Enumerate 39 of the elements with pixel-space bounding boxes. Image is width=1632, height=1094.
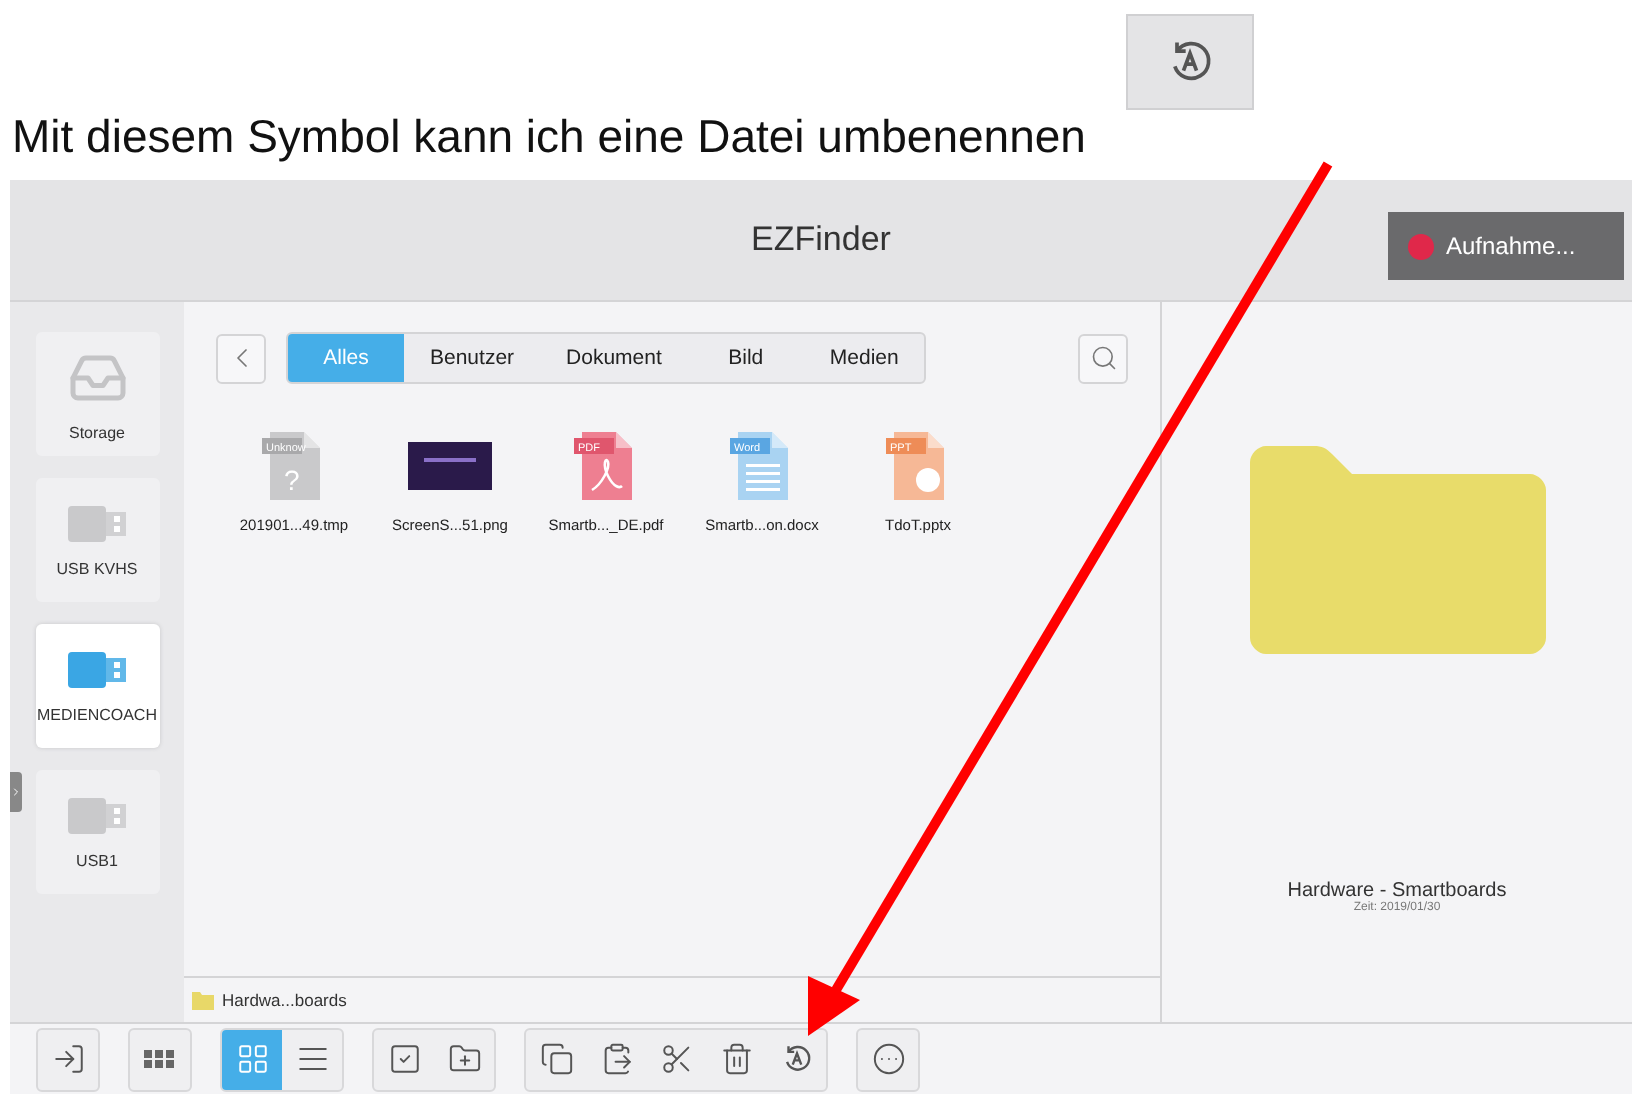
screenshot-thumbnail xyxy=(408,442,492,490)
question-mark: ? xyxy=(284,464,300,496)
trash-icon xyxy=(719,1042,753,1076)
sidebar-item[interactable]: MEDIENCOACH xyxy=(35,624,159,748)
sidebar-item[interactable]: Storage xyxy=(35,332,159,456)
sidebar-item-label: MEDIENCOACH xyxy=(36,705,157,723)
caption-text: Mit diesem Symbol kann ich eine Datei umbenennen xyxy=(12,110,1086,164)
sidebar-item[interactable]: USB KVHS xyxy=(35,478,159,602)
search-button[interactable] xyxy=(1078,333,1128,383)
record-button[interactable]: Aufnahme... xyxy=(1388,212,1624,280)
preview-name: Hardware - Smartboards xyxy=(1287,880,1507,902)
record-dot-icon xyxy=(1408,233,1434,259)
expand-handle[interactable] xyxy=(10,772,22,812)
list-view-icon xyxy=(295,1042,329,1076)
usb-drive-icon xyxy=(67,649,127,689)
more-icon xyxy=(871,1042,905,1076)
search-icon xyxy=(1089,344,1117,372)
usb-drive-icon xyxy=(67,795,127,835)
window-title: EZFinder xyxy=(751,220,891,260)
sidebar-item-label: Storage xyxy=(68,423,126,441)
filter-tab[interactable]: Bild xyxy=(687,334,804,382)
copy-icon xyxy=(539,1042,573,1076)
folder-icon xyxy=(192,991,214,1009)
new-folder-icon xyxy=(447,1042,481,1076)
sidebar-item[interactable]: USB1 xyxy=(35,770,159,894)
sidebar-item-label: USB1 xyxy=(76,851,118,869)
filter-tab[interactable]: Medien xyxy=(803,334,925,382)
paste-icon xyxy=(599,1042,633,1076)
path-label: Hardwa...boards xyxy=(222,990,347,1010)
usb-drive-icon xyxy=(67,503,127,543)
sidebar-item-label: USB KVHS xyxy=(56,559,138,577)
filter-tab[interactable]: Dokument xyxy=(540,334,688,382)
exit-icon xyxy=(51,1042,85,1076)
scissors-icon xyxy=(659,1042,693,1076)
dot-grid-icon xyxy=(144,1047,176,1071)
filter-tab[interactable]: Benutzer xyxy=(404,334,541,382)
checkbox-icon xyxy=(387,1042,421,1076)
grid-view-icon xyxy=(235,1042,269,1076)
folder-icon xyxy=(1249,446,1545,654)
